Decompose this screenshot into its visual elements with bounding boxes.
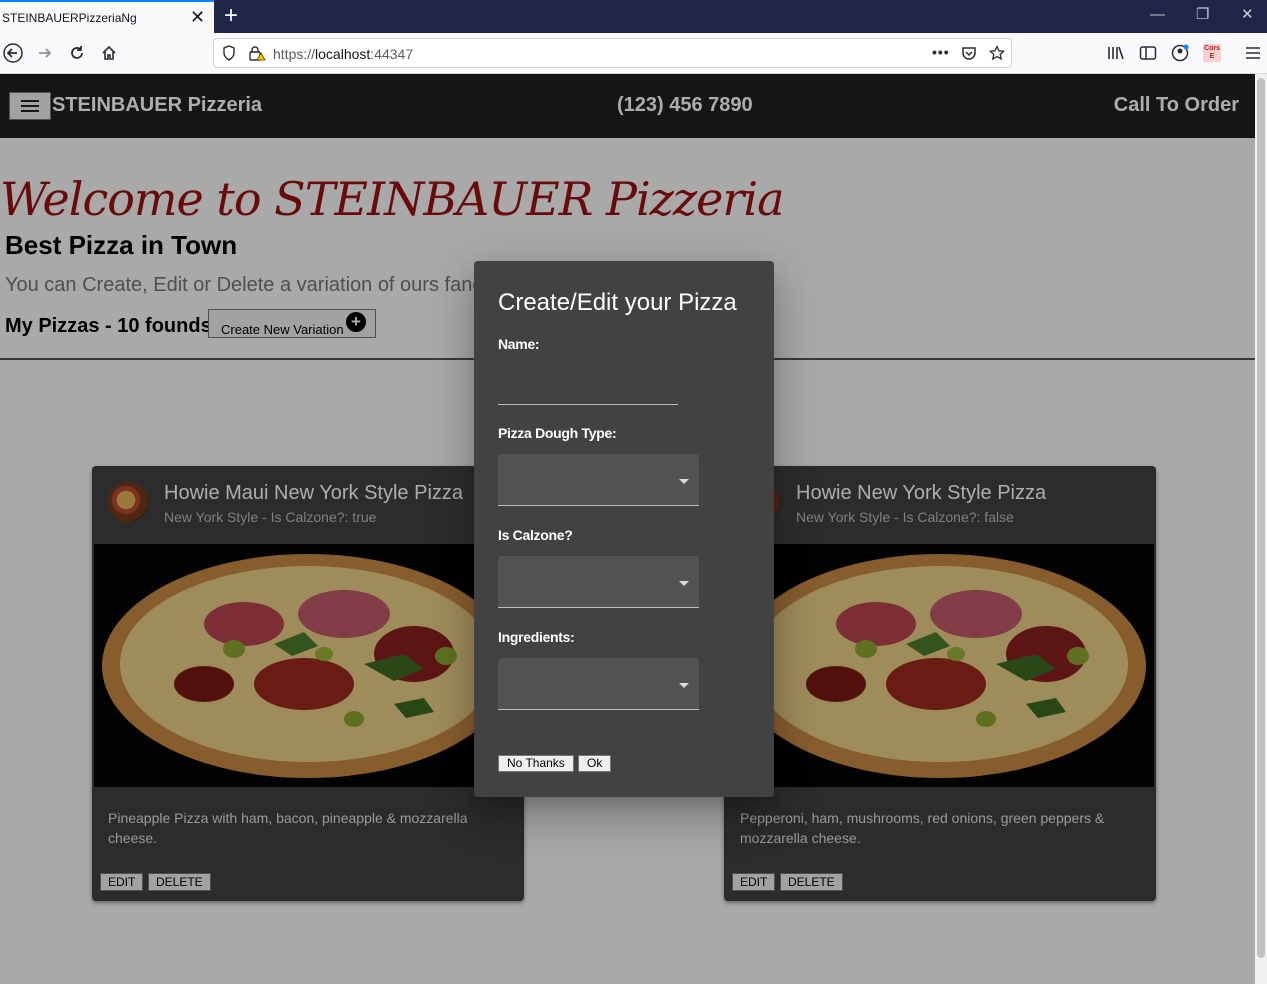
window-close-icon[interactable]: ✕ [1241,6,1254,24]
no-thanks-button[interactable]: No Thanks [498,755,574,772]
reload-icon[interactable] [66,42,88,64]
page-viewport: STEINBAUER Pizzeria (123) 456 7890 Call … [0,74,1255,984]
url-text: https://localhost:44347 [273,46,414,62]
shield-icon[interactable] [222,45,236,64]
ingredients-label: Ingredients: [498,629,575,645]
dough-type-label: Pizza Dough Type: [498,425,617,441]
dropdown-arrow-icon [679,683,689,688]
dropdown-arrow-icon [679,581,689,586]
dialog-title: Create/Edit your Pizza [498,289,737,316]
calzone-select[interactable] [498,556,699,608]
scrollbar-thumb[interactable] [1257,78,1265,958]
cors-badge: Cors E [1203,44,1221,62]
new-tab-button[interactable]: + [224,2,238,30]
ingredients-select[interactable] [498,658,699,710]
page-actions-icon[interactable]: ••• [932,44,950,60]
page-scrollbar[interactable] [1255,74,1267,984]
minimize-icon[interactable]: — [1150,6,1165,24]
browser-tab[interactable]: STEINBAUERPizzeriaNg ✕ [0,0,214,33]
home-icon[interactable] [98,42,120,64]
forward-arrow-icon[interactable] [34,42,56,64]
bookmark-star-icon[interactable] [988,44,1006,64]
name-label: Name: [498,336,540,352]
dropdown-arrow-icon [679,479,689,484]
browser-titlebar: STEINBAUERPizzeriaNg ✕ + — ❐ ✕ [0,0,1267,33]
insecure-lock-icon[interactable] [248,45,266,64]
create-edit-pizza-dialog: Create/Edit your Pizza Name: Pizza Dough… [474,261,774,797]
tab-title: STEINBAUERPizzeriaNg [2,11,137,25]
ok-button[interactable]: Ok [578,755,612,772]
hamburger-menu-icon[interactable] [1242,42,1264,64]
name-input[interactable] [498,365,678,405]
close-tab-icon[interactable]: ✕ [190,7,205,27]
calzone-label: Is Calzone? [498,527,573,543]
cors-extension-icon[interactable]: Cors E [1201,42,1223,64]
library-icon[interactable] [1105,42,1127,64]
dough-type-select[interactable] [498,454,699,506]
restore-icon[interactable]: ❐ [1196,6,1209,24]
browser-navbar: https://localhost:44347 ••• Cors E [0,33,1267,74]
url-bar[interactable]: https://localhost:44347 ••• [213,38,1012,68]
pocket-icon[interactable] [961,45,977,64]
sidebar-icon[interactable] [1137,42,1159,64]
account-icon[interactable] [1169,42,1191,64]
back-arrow-icon[interactable] [2,42,24,64]
